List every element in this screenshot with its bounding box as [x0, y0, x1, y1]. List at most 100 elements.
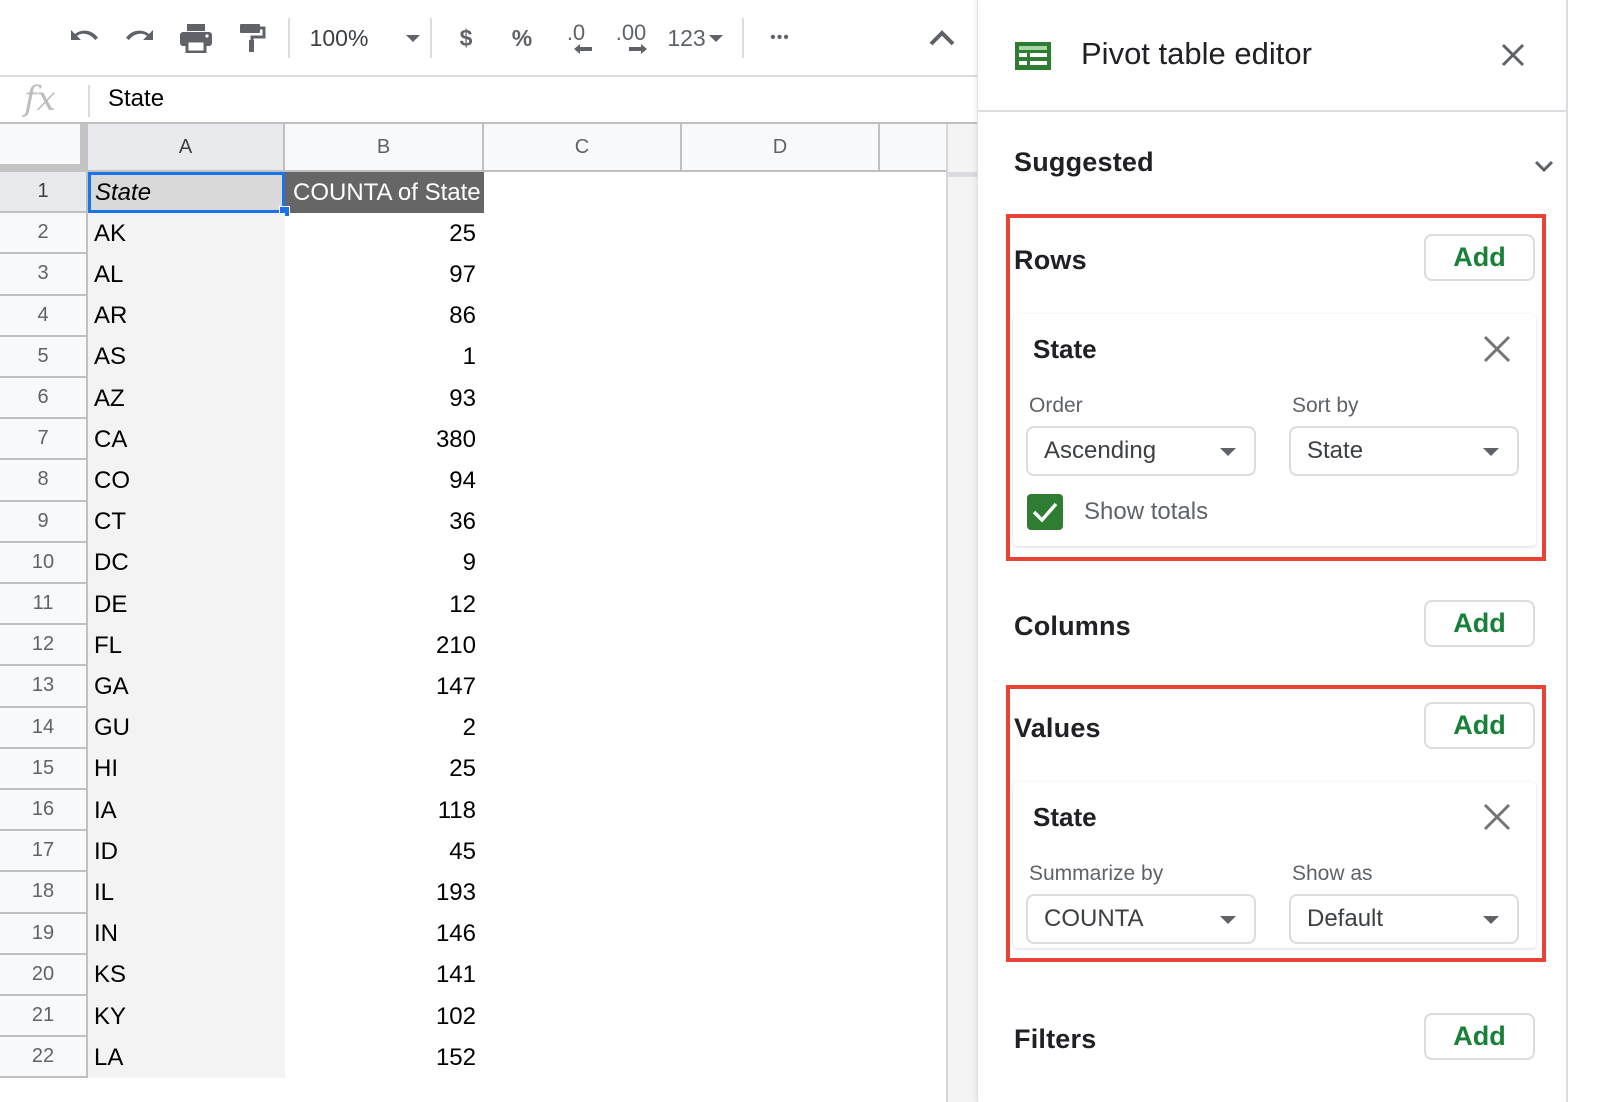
count-cell[interactable]: 118 [285, 790, 484, 831]
state-cell[interactable]: KY [88, 996, 285, 1038]
show-as-select[interactable]: Default [1289, 894, 1519, 944]
columns-add-button[interactable]: Add [1424, 600, 1535, 647]
state-cell[interactable]: FL [88, 625, 285, 667]
count-cell[interactable]: 94 [285, 460, 484, 501]
remove-field-close-icon[interactable] [1482, 334, 1512, 364]
count-cell[interactable]: 210 [285, 625, 484, 666]
state-cell[interactable]: AK [88, 213, 285, 255]
state-cell[interactable]: HI [88, 748, 285, 790]
column-header-d[interactable]: D [682, 124, 880, 170]
sort-by-select[interactable]: State [1289, 426, 1519, 476]
cell-a1[interactable]: State [88, 172, 285, 214]
values-add-button[interactable]: Add [1424, 702, 1535, 749]
state-cell[interactable]: AL [88, 254, 285, 296]
row-header[interactable]: 9 [0, 501, 88, 543]
percent-format-button[interactable]: % [504, 18, 540, 58]
row-header[interactable]: 22 [0, 1037, 88, 1079]
column-header-c[interactable]: C [484, 124, 682, 170]
count-cell[interactable]: 141 [285, 955, 484, 996]
state-cell[interactable]: KS [88, 954, 285, 996]
row-header[interactable]: 16 [0, 790, 88, 832]
show-totals-checkbox[interactable] [1027, 494, 1063, 530]
state-cell[interactable]: GA [88, 666, 285, 708]
count-cell[interactable]: 12 [285, 584, 484, 625]
count-cell[interactable]: 1 [285, 337, 484, 378]
count-cell[interactable]: 147 [285, 666, 484, 707]
state-cell[interactable]: AR [88, 295, 285, 337]
state-cell[interactable]: IN [88, 913, 285, 955]
state-cell[interactable]: CO [88, 460, 285, 502]
state-cell[interactable]: ID [88, 831, 285, 873]
filters-add-button[interactable]: Add [1424, 1013, 1535, 1060]
row-header[interactable]: 7 [0, 419, 88, 461]
count-cell[interactable]: 93 [285, 378, 484, 419]
state-cell[interactable]: GU [88, 707, 285, 749]
row-header[interactable]: 14 [0, 707, 88, 749]
order-select[interactable]: Ascending [1026, 426, 1256, 476]
summarize-by-select[interactable]: COUNTA [1026, 894, 1256, 944]
count-cell[interactable]: 152 [285, 1037, 484, 1078]
number-format-button[interactable]: 123 [662, 18, 728, 58]
state-cell[interactable]: DC [88, 542, 285, 584]
zoom-select[interactable]: 100% [300, 18, 430, 58]
count-cell[interactable]: 102 [285, 996, 484, 1037]
collapse-toolbar-button[interactable] [922, 18, 962, 58]
count-cell[interactable]: 25 [285, 749, 484, 790]
row-header[interactable]: 8 [0, 460, 88, 502]
state-cell[interactable]: IA [88, 790, 285, 832]
row-header[interactable]: 1 [0, 172, 88, 214]
more-button[interactable]: ••• [760, 18, 800, 58]
count-cell[interactable]: 380 [285, 419, 484, 460]
state-cell[interactable]: AZ [88, 378, 285, 420]
column-header-a[interactable]: A [88, 124, 285, 170]
count-cell[interactable]: 97 [285, 254, 484, 295]
paint-format-button[interactable] [232, 18, 272, 58]
state-cell[interactable]: DE [88, 584, 285, 626]
scrollbar-thumb[interactable] [948, 172, 977, 177]
count-cell[interactable]: 45 [285, 831, 484, 872]
count-cell[interactable]: 25 [285, 213, 484, 254]
row-header[interactable]: 4 [0, 295, 88, 337]
caret-down-icon [1483, 916, 1499, 924]
row-header[interactable]: 15 [0, 748, 88, 790]
row-header[interactable]: 5 [0, 336, 88, 378]
row-header[interactable]: 11 [0, 584, 88, 626]
row-header[interactable]: 3 [0, 254, 88, 296]
state-cell[interactable]: CA [88, 419, 285, 461]
state-cell[interactable]: CT [88, 501, 285, 543]
decrease-decimal-button[interactable]: .0 [556, 18, 596, 58]
rows-add-button[interactable]: Add [1424, 234, 1535, 281]
row-header[interactable]: 17 [0, 831, 88, 873]
count-cell[interactable]: 9 [285, 543, 484, 584]
redo-button[interactable] [120, 18, 160, 58]
row-header[interactable]: 21 [0, 996, 88, 1038]
print-button[interactable] [176, 18, 216, 58]
currency-format-button[interactable]: $ [448, 18, 484, 58]
state-cell[interactable]: LA [88, 1037, 285, 1079]
select-all-corner[interactable] [0, 124, 88, 172]
row-header[interactable]: 6 [0, 378, 88, 420]
count-cell[interactable]: 36 [285, 502, 484, 543]
count-cell[interactable]: 2 [285, 708, 484, 749]
row-header[interactable]: 2 [0, 213, 88, 255]
cell-b1[interactable]: COUNTA of State [285, 172, 484, 214]
state-cell[interactable]: IL [88, 872, 285, 914]
state-cell[interactable]: AS [88, 336, 285, 378]
close-icon[interactable] [1498, 40, 1528, 70]
vertical-scrollbar[interactable] [946, 124, 977, 1102]
formula-input[interactable]: State [108, 85, 164, 113]
undo-button[interactable] [64, 18, 104, 58]
row-header[interactable]: 10 [0, 542, 88, 584]
count-cell[interactable]: 193 [285, 872, 484, 913]
row-header[interactable]: 13 [0, 666, 88, 708]
column-header-b[interactable]: B [285, 124, 484, 170]
row-header[interactable]: 20 [0, 954, 88, 996]
count-cell[interactable]: 86 [285, 296, 484, 337]
row-header[interactable]: 12 [0, 625, 88, 667]
chevron-down-icon[interactable] [1534, 160, 1554, 172]
remove-field-close-icon[interactable] [1482, 802, 1512, 832]
row-header[interactable]: 19 [0, 913, 88, 955]
increase-decimal-button[interactable]: .00 [610, 18, 652, 58]
count-cell[interactable]: 146 [285, 914, 484, 955]
row-header[interactable]: 18 [0, 872, 88, 914]
